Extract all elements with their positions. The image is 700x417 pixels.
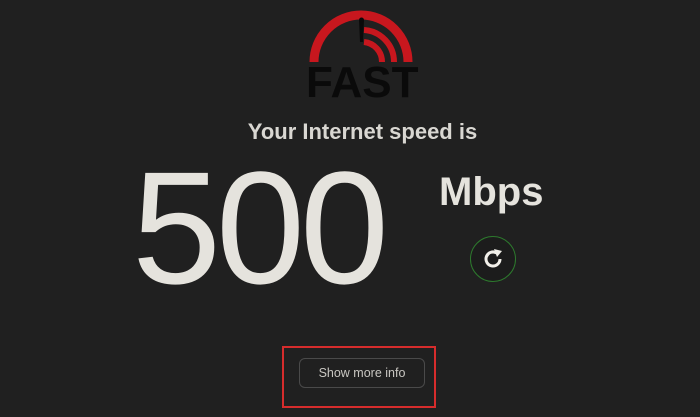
speed-test-page: FAST Your Internet speed is 500 Mbps Sho… — [0, 0, 700, 417]
speed-value: 500 — [132, 138, 389, 317]
logo-text: FAST — [306, 58, 419, 107]
reload-icon — [484, 249, 502, 268]
reload-button[interactable] — [470, 236, 516, 282]
show-more-info-button[interactable]: Show more info — [299, 358, 425, 388]
fast-logo: FAST — [306, 6, 419, 107]
speed-unit: Mbps — [439, 170, 544, 214]
